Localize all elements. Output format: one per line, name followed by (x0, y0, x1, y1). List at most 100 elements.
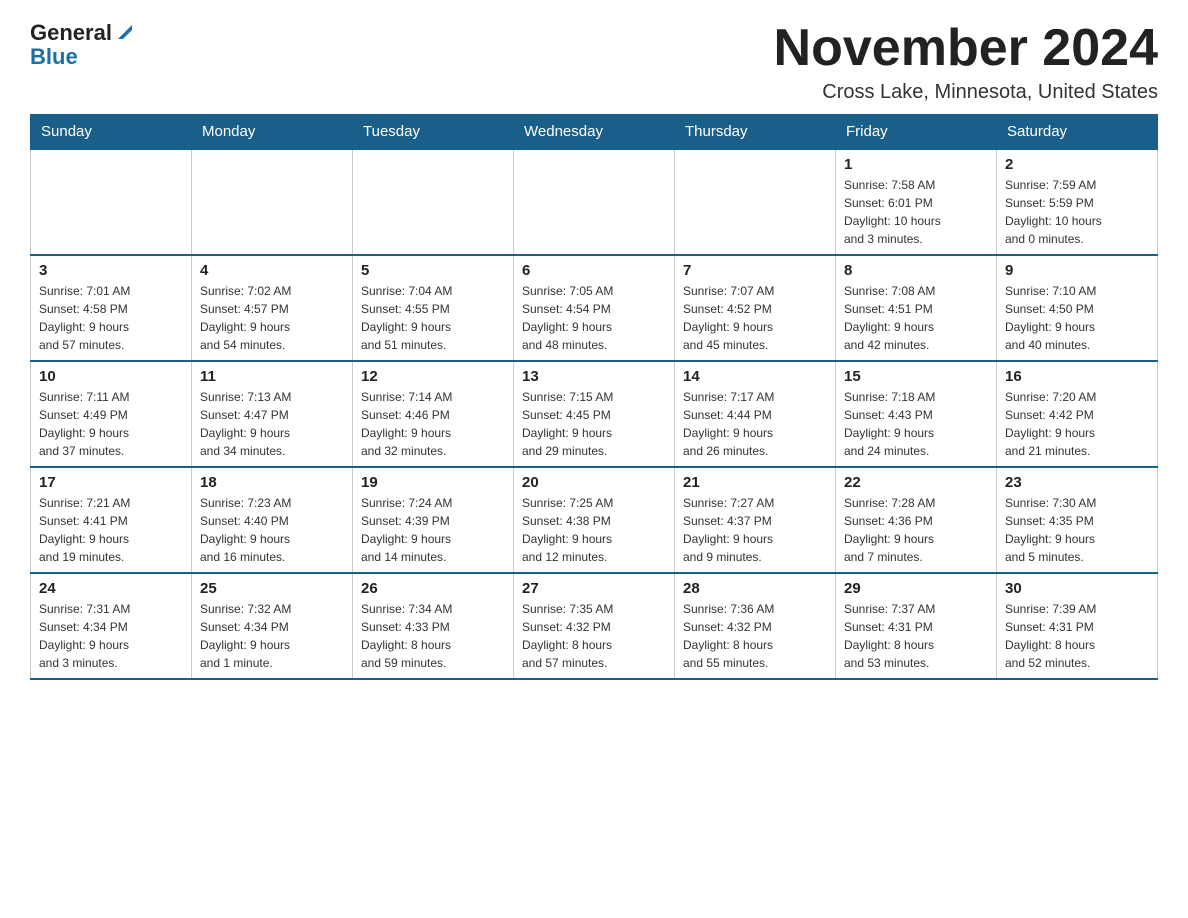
logo-general-text: General (30, 20, 112, 46)
calendar-cell: 29 Sunrise: 7:37 AM Sunset: 4:31 PM Dayli… (836, 573, 997, 679)
calendar-cell: 30 Sunrise: 7:39 AM Sunset: 4:31 PM Dayli… (997, 573, 1158, 679)
day-number: 18 (200, 474, 344, 491)
logo-blue-text: Blue (30, 44, 78, 69)
day-number: 19 (361, 474, 505, 491)
weekday-header-sunday: Sunday (31, 115, 192, 150)
day-info: Sunrise: 7:23 AM Sunset: 4:40 PM Dayligh… (200, 494, 344, 566)
day-info: Sunrise: 7:14 AM Sunset: 4:46 PM Dayligh… (361, 388, 505, 460)
day-info: Sunrise: 7:39 AM Sunset: 4:31 PM Dayligh… (1005, 600, 1149, 672)
calendar-cell: 17Sunrise: 7:21 AM Sunset: 4:41 PM Dayli… (31, 467, 192, 573)
calendar-cell: 10 Sunrise: 7:11 AM Sunset: 4:49 PM Dayli… (31, 361, 192, 467)
day-number: 26 (361, 580, 505, 597)
calendar-cell (31, 149, 192, 255)
day-number: 3 (39, 262, 183, 279)
day-number: 6 (522, 262, 666, 279)
calendar-cell: 18 Sunrise: 7:23 AM Sunset: 4:40 PM Dayli… (192, 467, 353, 573)
day-number: 13 (522, 368, 666, 385)
day-number: 20 (522, 474, 666, 491)
calendar-cell: 11 Sunrise: 7:13 AM Sunset: 4:47 PM Dayli… (192, 361, 353, 467)
calendar-cell (514, 149, 675, 255)
calendar-cell: 1 Sunrise: 7:58 AM Sunset: 6:01 PM Daylig… (836, 149, 997, 255)
day-info: Sunrise: 7:08 AM Sunset: 4:51 PM Dayligh… (844, 282, 988, 354)
day-number: 8 (844, 262, 988, 279)
day-info: Sunrise: 7:17 AM Sunset: 4:44 PM Dayligh… (683, 388, 827, 460)
day-number: 30 (1005, 580, 1149, 597)
weekday-header-saturday: Saturday (997, 115, 1158, 150)
calendar-cell: 21 Sunrise: 7:27 AM Sunset: 4:37 PM Dayli… (675, 467, 836, 573)
day-info: Sunrise: 7:05 AM Sunset: 4:54 PM Dayligh… (522, 282, 666, 354)
day-number: 7 (683, 262, 827, 279)
day-number: 11 (200, 368, 344, 385)
day-info: Sunrise: 7:07 AM Sunset: 4:52 PM Dayligh… (683, 282, 827, 354)
day-number: 2 (1005, 156, 1149, 173)
day-number: 15 (844, 368, 988, 385)
calendar-cell: 5Sunrise: 7:04 AM Sunset: 4:55 PM Daylig… (353, 255, 514, 361)
calendar-week-row: 17Sunrise: 7:21 AM Sunset: 4:41 PM Dayli… (31, 467, 1158, 573)
day-info: Sunrise: 7:27 AM Sunset: 4:37 PM Dayligh… (683, 494, 827, 566)
calendar-cell (353, 149, 514, 255)
day-info: Sunrise: 7:28 AM Sunset: 4:36 PM Dayligh… (844, 494, 988, 566)
calendar-cell: 26 Sunrise: 7:34 AM Sunset: 4:33 PM Dayli… (353, 573, 514, 679)
day-number: 5 (361, 262, 505, 279)
day-info: Sunrise: 7:37 AM Sunset: 4:31 PM Dayligh… (844, 600, 988, 672)
weekday-header-thursday: Thursday (675, 115, 836, 150)
day-number: 10 (39, 368, 183, 385)
day-number: 28 (683, 580, 827, 597)
calendar-cell: 22 Sunrise: 7:28 AM Sunset: 4:36 PM Dayli… (836, 467, 997, 573)
calendar-week-row: 1 Sunrise: 7:58 AM Sunset: 6:01 PM Daylig… (31, 149, 1158, 255)
day-number: 12 (361, 368, 505, 385)
day-info: Sunrise: 7:02 AM Sunset: 4:57 PM Dayligh… (200, 282, 344, 354)
day-info: Sunrise: 7:32 AM Sunset: 4:34 PM Dayligh… (200, 600, 344, 672)
day-info: Sunrise: 7:25 AM Sunset: 4:38 PM Dayligh… (522, 494, 666, 566)
title-section: November 2024 Cross Lake, Minnesota, Uni… (774, 20, 1158, 104)
logo-triangle-icon (114, 21, 136, 43)
calendar-cell: 16 Sunrise: 7:20 AM Sunset: 4:42 PM Dayli… (997, 361, 1158, 467)
day-number: 25 (200, 580, 344, 597)
day-info: Sunrise: 7:35 AM Sunset: 4:32 PM Dayligh… (522, 600, 666, 672)
day-number: 27 (522, 580, 666, 597)
calendar-cell: 23Sunrise: 7:30 AM Sunset: 4:35 PM Dayli… (997, 467, 1158, 573)
day-info: Sunrise: 7:20 AM Sunset: 4:42 PM Dayligh… (1005, 388, 1149, 460)
day-info: Sunrise: 7:24 AM Sunset: 4:39 PM Dayligh… (361, 494, 505, 566)
calendar-cell: 25 Sunrise: 7:32 AM Sunset: 4:34 PM Dayli… (192, 573, 353, 679)
calendar-cell: 28Sunrise: 7:36 AM Sunset: 4:32 PM Dayli… (675, 573, 836, 679)
day-info: Sunrise: 7:21 AM Sunset: 4:41 PM Dayligh… (39, 494, 183, 566)
calendar-cell: 27 Sunrise: 7:35 AM Sunset: 4:32 PM Dayli… (514, 573, 675, 679)
day-info: Sunrise: 7:30 AM Sunset: 4:35 PM Dayligh… (1005, 494, 1149, 566)
day-number: 9 (1005, 262, 1149, 279)
day-number: 22 (844, 474, 988, 491)
weekday-header-friday: Friday (836, 115, 997, 150)
weekday-header-tuesday: Tuesday (353, 115, 514, 150)
day-number: 14 (683, 368, 827, 385)
calendar-week-row: 24 Sunrise: 7:31 AM Sunset: 4:34 PM Dayli… (31, 573, 1158, 679)
calendar-table: SundayMondayTuesdayWednesdayThursdayFrid… (30, 114, 1158, 680)
calendar-cell: 14 Sunrise: 7:17 AM Sunset: 4:44 PM Dayli… (675, 361, 836, 467)
day-number: 16 (1005, 368, 1149, 385)
day-info: Sunrise: 7:13 AM Sunset: 4:47 PM Dayligh… (200, 388, 344, 460)
day-info: Sunrise: 7:58 AM Sunset: 6:01 PM Dayligh… (844, 176, 988, 248)
weekday-header-wednesday: Wednesday (514, 115, 675, 150)
day-number: 1 (844, 156, 988, 173)
calendar-cell: 20 Sunrise: 7:25 AM Sunset: 4:38 PM Dayli… (514, 467, 675, 573)
calendar-cell: 15Sunrise: 7:18 AM Sunset: 4:43 PM Dayli… (836, 361, 997, 467)
calendar-cell: 2Sunrise: 7:59 AM Sunset: 5:59 PM Daylig… (997, 149, 1158, 255)
day-number: 29 (844, 580, 988, 597)
calendar-week-row: 3 Sunrise: 7:01 AM Sunset: 4:58 PM Daylig… (31, 255, 1158, 361)
day-number: 24 (39, 580, 183, 597)
calendar-cell: 12 Sunrise: 7:14 AM Sunset: 4:46 PM Dayli… (353, 361, 514, 467)
day-info: Sunrise: 7:31 AM Sunset: 4:34 PM Dayligh… (39, 600, 183, 672)
calendar-cell: 24 Sunrise: 7:31 AM Sunset: 4:34 PM Dayli… (31, 573, 192, 679)
page-header: General Blue November 2024 Cross Lake, M… (30, 20, 1158, 104)
day-info: Sunrise: 7:11 AM Sunset: 4:49 PM Dayligh… (39, 388, 183, 460)
calendar-cell: 3 Sunrise: 7:01 AM Sunset: 4:58 PM Daylig… (31, 255, 192, 361)
calendar-cell: 6 Sunrise: 7:05 AM Sunset: 4:54 PM Daylig… (514, 255, 675, 361)
calendar-cell (675, 149, 836, 255)
calendar-title: November 2024 (774, 20, 1158, 77)
calendar-cell: 7 Sunrise: 7:07 AM Sunset: 4:52 PM Daylig… (675, 255, 836, 361)
day-info: Sunrise: 7:15 AM Sunset: 4:45 PM Dayligh… (522, 388, 666, 460)
day-info: Sunrise: 7:01 AM Sunset: 4:58 PM Dayligh… (39, 282, 183, 354)
day-number: 21 (683, 474, 827, 491)
weekday-header-row: SundayMondayTuesdayWednesdayThursdayFrid… (31, 115, 1158, 150)
day-number: 4 (200, 262, 344, 279)
day-info: Sunrise: 7:34 AM Sunset: 4:33 PM Dayligh… (361, 600, 505, 672)
